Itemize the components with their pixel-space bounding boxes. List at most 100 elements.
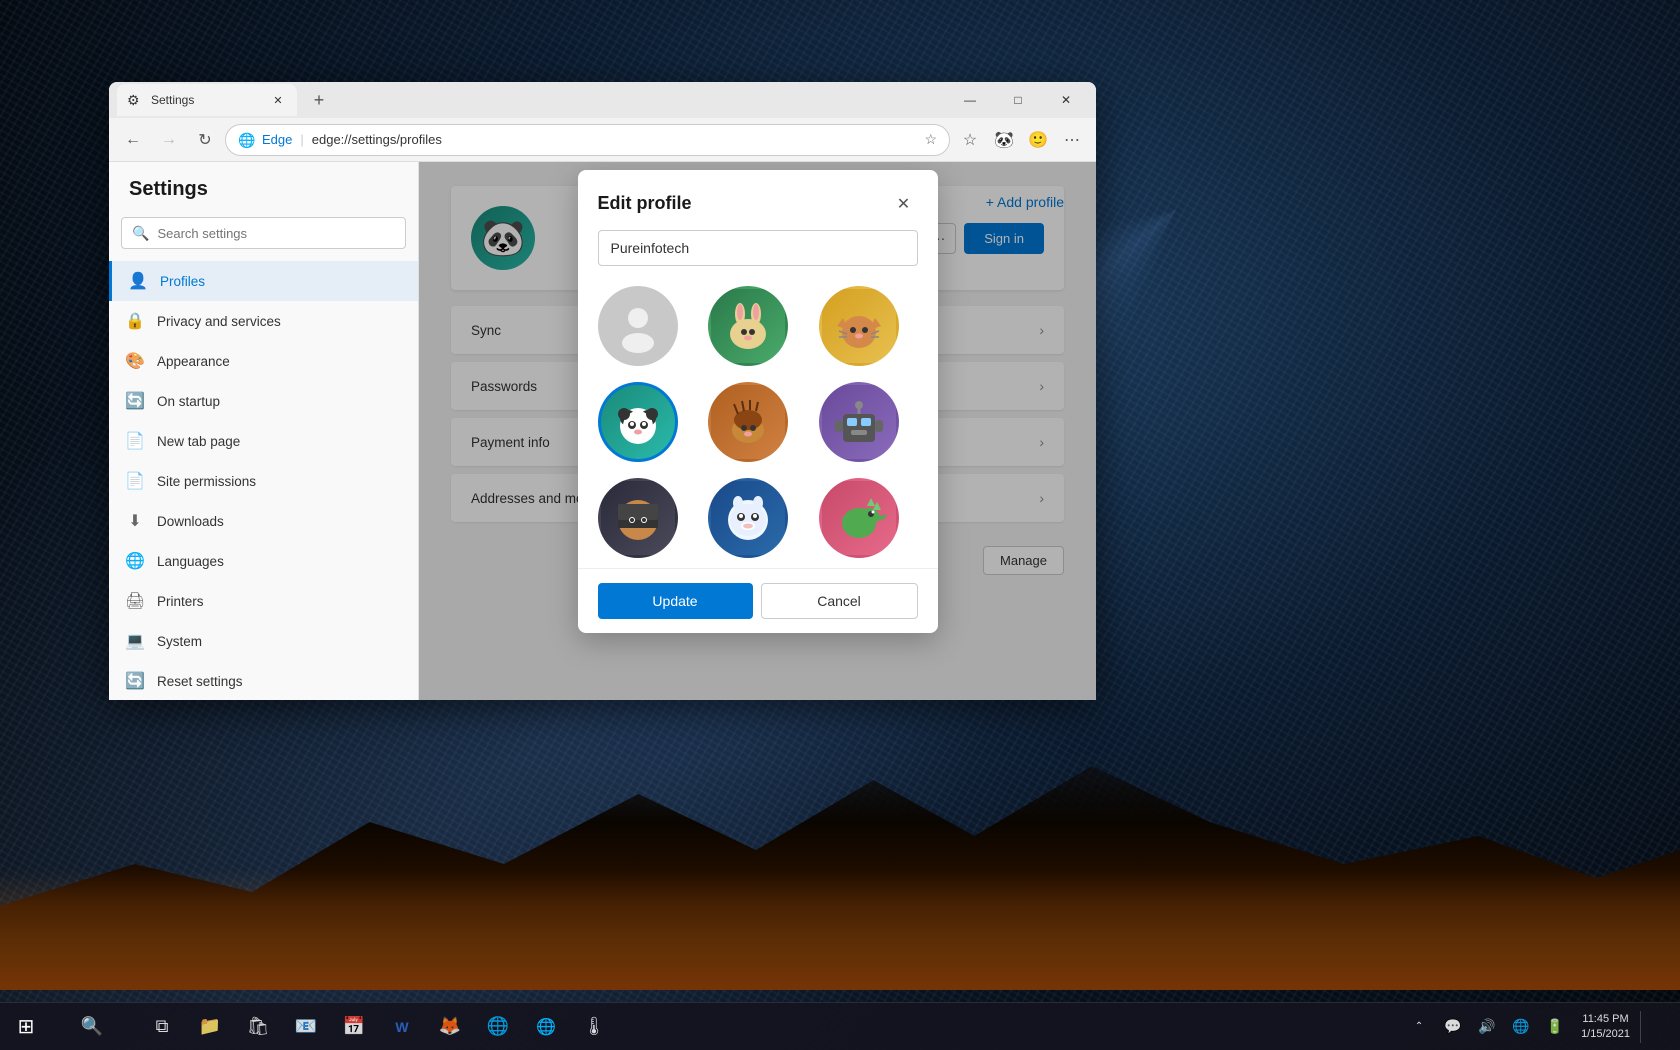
word-button[interactable]: W xyxy=(380,1019,424,1035)
close-button[interactable]: ✕ xyxy=(1044,85,1088,115)
refresh-button[interactable]: ↻ xyxy=(189,124,221,156)
dialog-header: Edit profile ✕ xyxy=(578,170,938,230)
sidebar-item-printers-label: Printers xyxy=(157,594,204,609)
avatar-ninja[interactable] xyxy=(598,478,678,558)
avatar-grid xyxy=(598,278,914,568)
settings-more-button[interactable]: ⋯ xyxy=(1056,124,1088,156)
taskbar-clock[interactable]: 11:45 PM 1/15/2021 xyxy=(1573,1012,1638,1041)
search-settings-input[interactable] xyxy=(157,226,395,241)
update-button[interactable]: Update xyxy=(598,583,753,619)
sidebar-item-downloads[interactable]: ⬇ Downloads xyxy=(109,501,418,541)
sidebar-item-reset[interactable]: 🔄 Reset settings xyxy=(109,661,418,700)
sidebar: Settings 🔍 👤 Profiles 🔒 Privacy and serv… xyxy=(109,162,419,700)
sidebar-item-siteperm-label: Site permissions xyxy=(157,474,256,489)
startup-icon: 🔄 xyxy=(125,391,145,411)
new-tab-button[interactable]: + xyxy=(305,86,333,114)
avatar-rabbit[interactable] xyxy=(708,286,788,366)
sidebar-item-startup[interactable]: 🔄 On startup xyxy=(109,381,418,421)
maximize-button[interactable]: □ xyxy=(996,85,1040,115)
dialog-footer: Update Cancel xyxy=(578,568,938,633)
system-icon: 💻 xyxy=(125,631,145,651)
show-desktop-button[interactable] xyxy=(1640,1011,1672,1043)
task-view-button[interactable]: ⧉ xyxy=(140,1016,184,1037)
browser-tab[interactable]: ⚙ Settings ✕ xyxy=(117,84,297,116)
nav-right-buttons: ☆ 🐼 🙂 ⋯ xyxy=(954,124,1088,156)
sidebar-item-system-label: System xyxy=(157,634,202,649)
feedback-button[interactable]: 🙂 xyxy=(1022,124,1054,156)
reset-icon: 🔄 xyxy=(125,671,145,691)
favorites-button[interactable]: ☆ xyxy=(954,124,986,156)
sidebar-item-startup-label: On startup xyxy=(157,394,220,409)
avatar-grid-scroll[interactable] xyxy=(598,278,918,568)
avatar-yeti[interactable] xyxy=(708,478,788,558)
favorites-icon[interactable]: ☆ xyxy=(924,131,937,148)
avatar-cat[interactable] xyxy=(819,286,899,366)
weather-button[interactable]: 🌡 xyxy=(572,1016,616,1037)
sidebar-item-printers[interactable]: 🖨 Printers xyxy=(109,581,418,621)
dialog-close-button[interactable]: ✕ xyxy=(890,190,918,218)
address-bar[interactable]: 🌐 Edge | edge://settings/profiles ☆ xyxy=(225,124,950,156)
main-content: + Add profile 🐼 ··· Sign in Sync › Passw… xyxy=(419,162,1096,700)
clock-date: 1/15/2021 xyxy=(1581,1027,1630,1041)
sidebar-item-reset-label: Reset settings xyxy=(157,674,243,689)
sidebar-item-newtab[interactable]: 📄 New tab page xyxy=(109,421,418,461)
taskbar-search-icon: 🔍 xyxy=(81,1016,103,1037)
sidebar-item-privacy[interactable]: 🔒 Privacy and services xyxy=(109,301,418,341)
edit-profile-dialog: Edit profile ✕ xyxy=(578,170,938,633)
address-text: edge://settings/profiles xyxy=(312,132,917,147)
avatar-robot[interactable] xyxy=(819,382,899,462)
minimize-button[interactable]: — xyxy=(948,85,992,115)
modal-overlay: Edit profile ✕ xyxy=(419,162,1096,700)
address-separator: | xyxy=(300,132,303,147)
volume-icon[interactable]: 🔊 xyxy=(1471,1011,1503,1043)
sidebar-item-profiles-label: Profiles xyxy=(160,274,205,289)
network-icon[interactable]: 🌐 xyxy=(1505,1011,1537,1043)
avatar-dino[interactable] xyxy=(819,478,899,558)
back-button[interactable]: ← xyxy=(117,124,149,156)
privacy-icon: 🔒 xyxy=(125,311,145,331)
window-controls: — □ ✕ xyxy=(948,85,1088,115)
sidebar-item-languages-label: Languages xyxy=(157,554,224,569)
search-icon: 🔍 xyxy=(132,225,149,242)
edge-taskbar-button[interactable]: 🌐 xyxy=(524,1017,568,1037)
chrome-button[interactable]: 🌐 xyxy=(476,1016,520,1037)
settings-layout: Settings 🔍 👤 Profiles 🔒 Privacy and serv… xyxy=(109,162,1096,700)
downloads-icon: ⬇ xyxy=(125,511,145,531)
profile-button[interactable]: 🐼 xyxy=(988,124,1020,156)
start-button[interactable]: ⊞ xyxy=(0,1003,52,1050)
avatar-hedgehog[interactable] xyxy=(708,382,788,462)
navigation-bar: ← → ↻ 🌐 Edge | edge://settings/profiles … xyxy=(109,118,1096,162)
siteperm-icon: 📄 xyxy=(125,471,145,491)
search-settings-container[interactable]: 🔍 xyxy=(121,217,406,249)
avatar-panda[interactable] xyxy=(598,382,678,462)
calendar-button[interactable]: 📅 xyxy=(332,1016,376,1037)
taskbar-search-button[interactable]: 🔍 xyxy=(52,1003,132,1050)
store-button[interactable]: 🛍 xyxy=(236,1016,280,1037)
file-explorer-button[interactable]: 📁 xyxy=(188,1016,232,1037)
avatar-default[interactable] xyxy=(598,286,678,366)
taskbar-right: ⌃ 💬 🔊 🌐 🔋 11:45 PM 1/15/2021 xyxy=(1403,1011,1680,1043)
title-bar: ⚙ Settings ✕ + — □ ✕ xyxy=(109,82,1096,118)
horizon-glow xyxy=(0,870,1680,990)
firefox-button[interactable]: 🦊 xyxy=(428,1016,472,1037)
sidebar-item-appearance[interactable]: 🎨 Appearance xyxy=(109,341,418,381)
chat-icon[interactable]: 💬 xyxy=(1437,1011,1469,1043)
tab-close-btn[interactable]: ✕ xyxy=(269,91,287,109)
battery-icon[interactable]: 🔋 xyxy=(1539,1011,1571,1043)
forward-button[interactable]: → xyxy=(153,124,185,156)
printers-icon: 🖨 xyxy=(125,591,145,611)
sidebar-item-system[interactable]: 💻 System xyxy=(109,621,418,661)
sidebar-item-siteperm[interactable]: 📄 Site permissions xyxy=(109,461,418,501)
taskbar-icons: ⧉ 📁 🛍 📧 📅 W 🦊 🌐 🌐 🌡 xyxy=(132,1016,624,1037)
tab-favicon: ⚙ xyxy=(127,92,143,108)
profile-name-input[interactable] xyxy=(598,230,918,266)
sidebar-item-languages[interactable]: 🌐 Languages xyxy=(109,541,418,581)
profiles-icon: 👤 xyxy=(128,271,148,291)
sidebar-item-downloads-label: Downloads xyxy=(157,514,224,529)
cancel-button[interactable]: Cancel xyxy=(761,583,918,619)
sidebar-item-profiles[interactable]: 👤 Profiles xyxy=(109,261,418,301)
clock-time: 11:45 PM xyxy=(1581,1012,1630,1026)
notifications-chevron[interactable]: ⌃ xyxy=(1403,1011,1435,1043)
tab-title: Settings xyxy=(151,93,194,107)
mail-button[interactable]: 📧 xyxy=(284,1016,328,1037)
